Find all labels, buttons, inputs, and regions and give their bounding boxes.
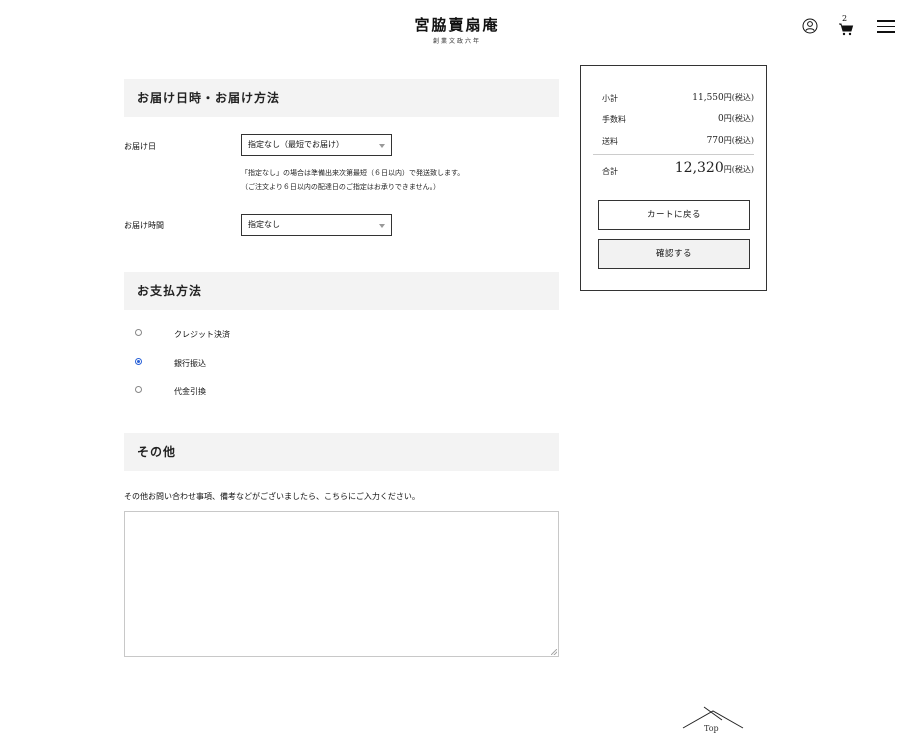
hamburger-menu-icon[interactable] (877, 20, 895, 34)
payment-option-label[interactable]: クレジット決済 (174, 329, 230, 340)
logo-main-text: 宮脇賣扇庵 (414, 16, 500, 34)
resize-handle-icon[interactable] (551, 649, 557, 655)
subtotal-label: 小計 (602, 94, 618, 103)
subtotal-value: 11,550 (692, 93, 724, 103)
back-to-top-icon[interactable] (682, 706, 744, 740)
payment-option-label[interactable]: 銀行振込 (174, 358, 206, 369)
logo-sub-text: 創業文政六年 (432, 38, 481, 45)
delivery-section-title: お届け日時・お届け方法 (124, 79, 559, 117)
delivery-time-select[interactable]: 指定なし (241, 214, 392, 236)
confirm-button[interactable]: 確認する (598, 239, 750, 269)
chevron-down-icon (379, 224, 385, 228)
payment-section-title: お支払方法 (124, 272, 559, 310)
currency-suffix: 円(税込) (723, 165, 754, 174)
other-prompt-text: その他お問い合わせ事項、備考などがございましたら、こちらにご入力ください。 (124, 492, 420, 501)
fee-row: 手数料 0円(税込) (602, 114, 754, 125)
delivery-time-label: お届け時間 (124, 221, 164, 230)
other-section-title: その他 (124, 433, 559, 471)
delivery-date-select[interactable]: 指定なし（最短でお届け） (241, 134, 392, 156)
currency-suffix: 円(税込) (723, 136, 754, 145)
payment-option-label[interactable]: 代金引換 (174, 386, 206, 397)
shipping-label: 送料 (602, 137, 618, 146)
shipping-row: 送料 770円(税込) (602, 136, 754, 147)
delivery-note-line2: （ご注文より６日以内の配達日のご指定はお承りできません。） (241, 183, 441, 191)
currency-suffix: 円(税込) (723, 114, 754, 123)
radio-bank-transfer[interactable] (135, 358, 142, 365)
delivery-date-value: 指定なし（最短でお届け） (248, 140, 344, 149)
delivery-note-line1: 「指定なし」の場合は準備出来次第最短（６日以内）で発送致します。 (241, 169, 465, 177)
back-to-cart-button[interactable]: カートに戻る (598, 200, 750, 230)
total-row: 合計 12,320円(税込) (602, 160, 754, 177)
notes-textarea[interactable] (124, 511, 559, 657)
delivery-time-value: 指定なし (248, 220, 280, 229)
shipping-value: 770 (706, 136, 724, 146)
radio-cash-on-delivery[interactable] (135, 386, 142, 393)
account-icon[interactable] (802, 18, 818, 34)
total-label: 合計 (602, 167, 618, 176)
fee-label: 手数料 (602, 115, 626, 124)
order-summary-panel: 小計 11,550円(税込) 手数料 0円(税込) 送料 770円(税込) 合計… (580, 65, 767, 291)
chevron-down-icon (379, 144, 385, 148)
subtotal-row: 小計 11,550円(税込) (602, 93, 754, 104)
total-value: 12,320 (674, 160, 724, 176)
delivery-date-label: お届け日 (124, 142, 156, 151)
back-to-top-label[interactable]: Top (704, 724, 719, 733)
radio-credit-card[interactable] (135, 329, 142, 336)
cart-icon[interactable] (838, 16, 854, 36)
currency-suffix: 円(税込) (723, 93, 754, 102)
site-logo[interactable]: 宮脇賣扇庵 創業文政六年 (0, 14, 914, 45)
summary-divider (593, 154, 754, 155)
